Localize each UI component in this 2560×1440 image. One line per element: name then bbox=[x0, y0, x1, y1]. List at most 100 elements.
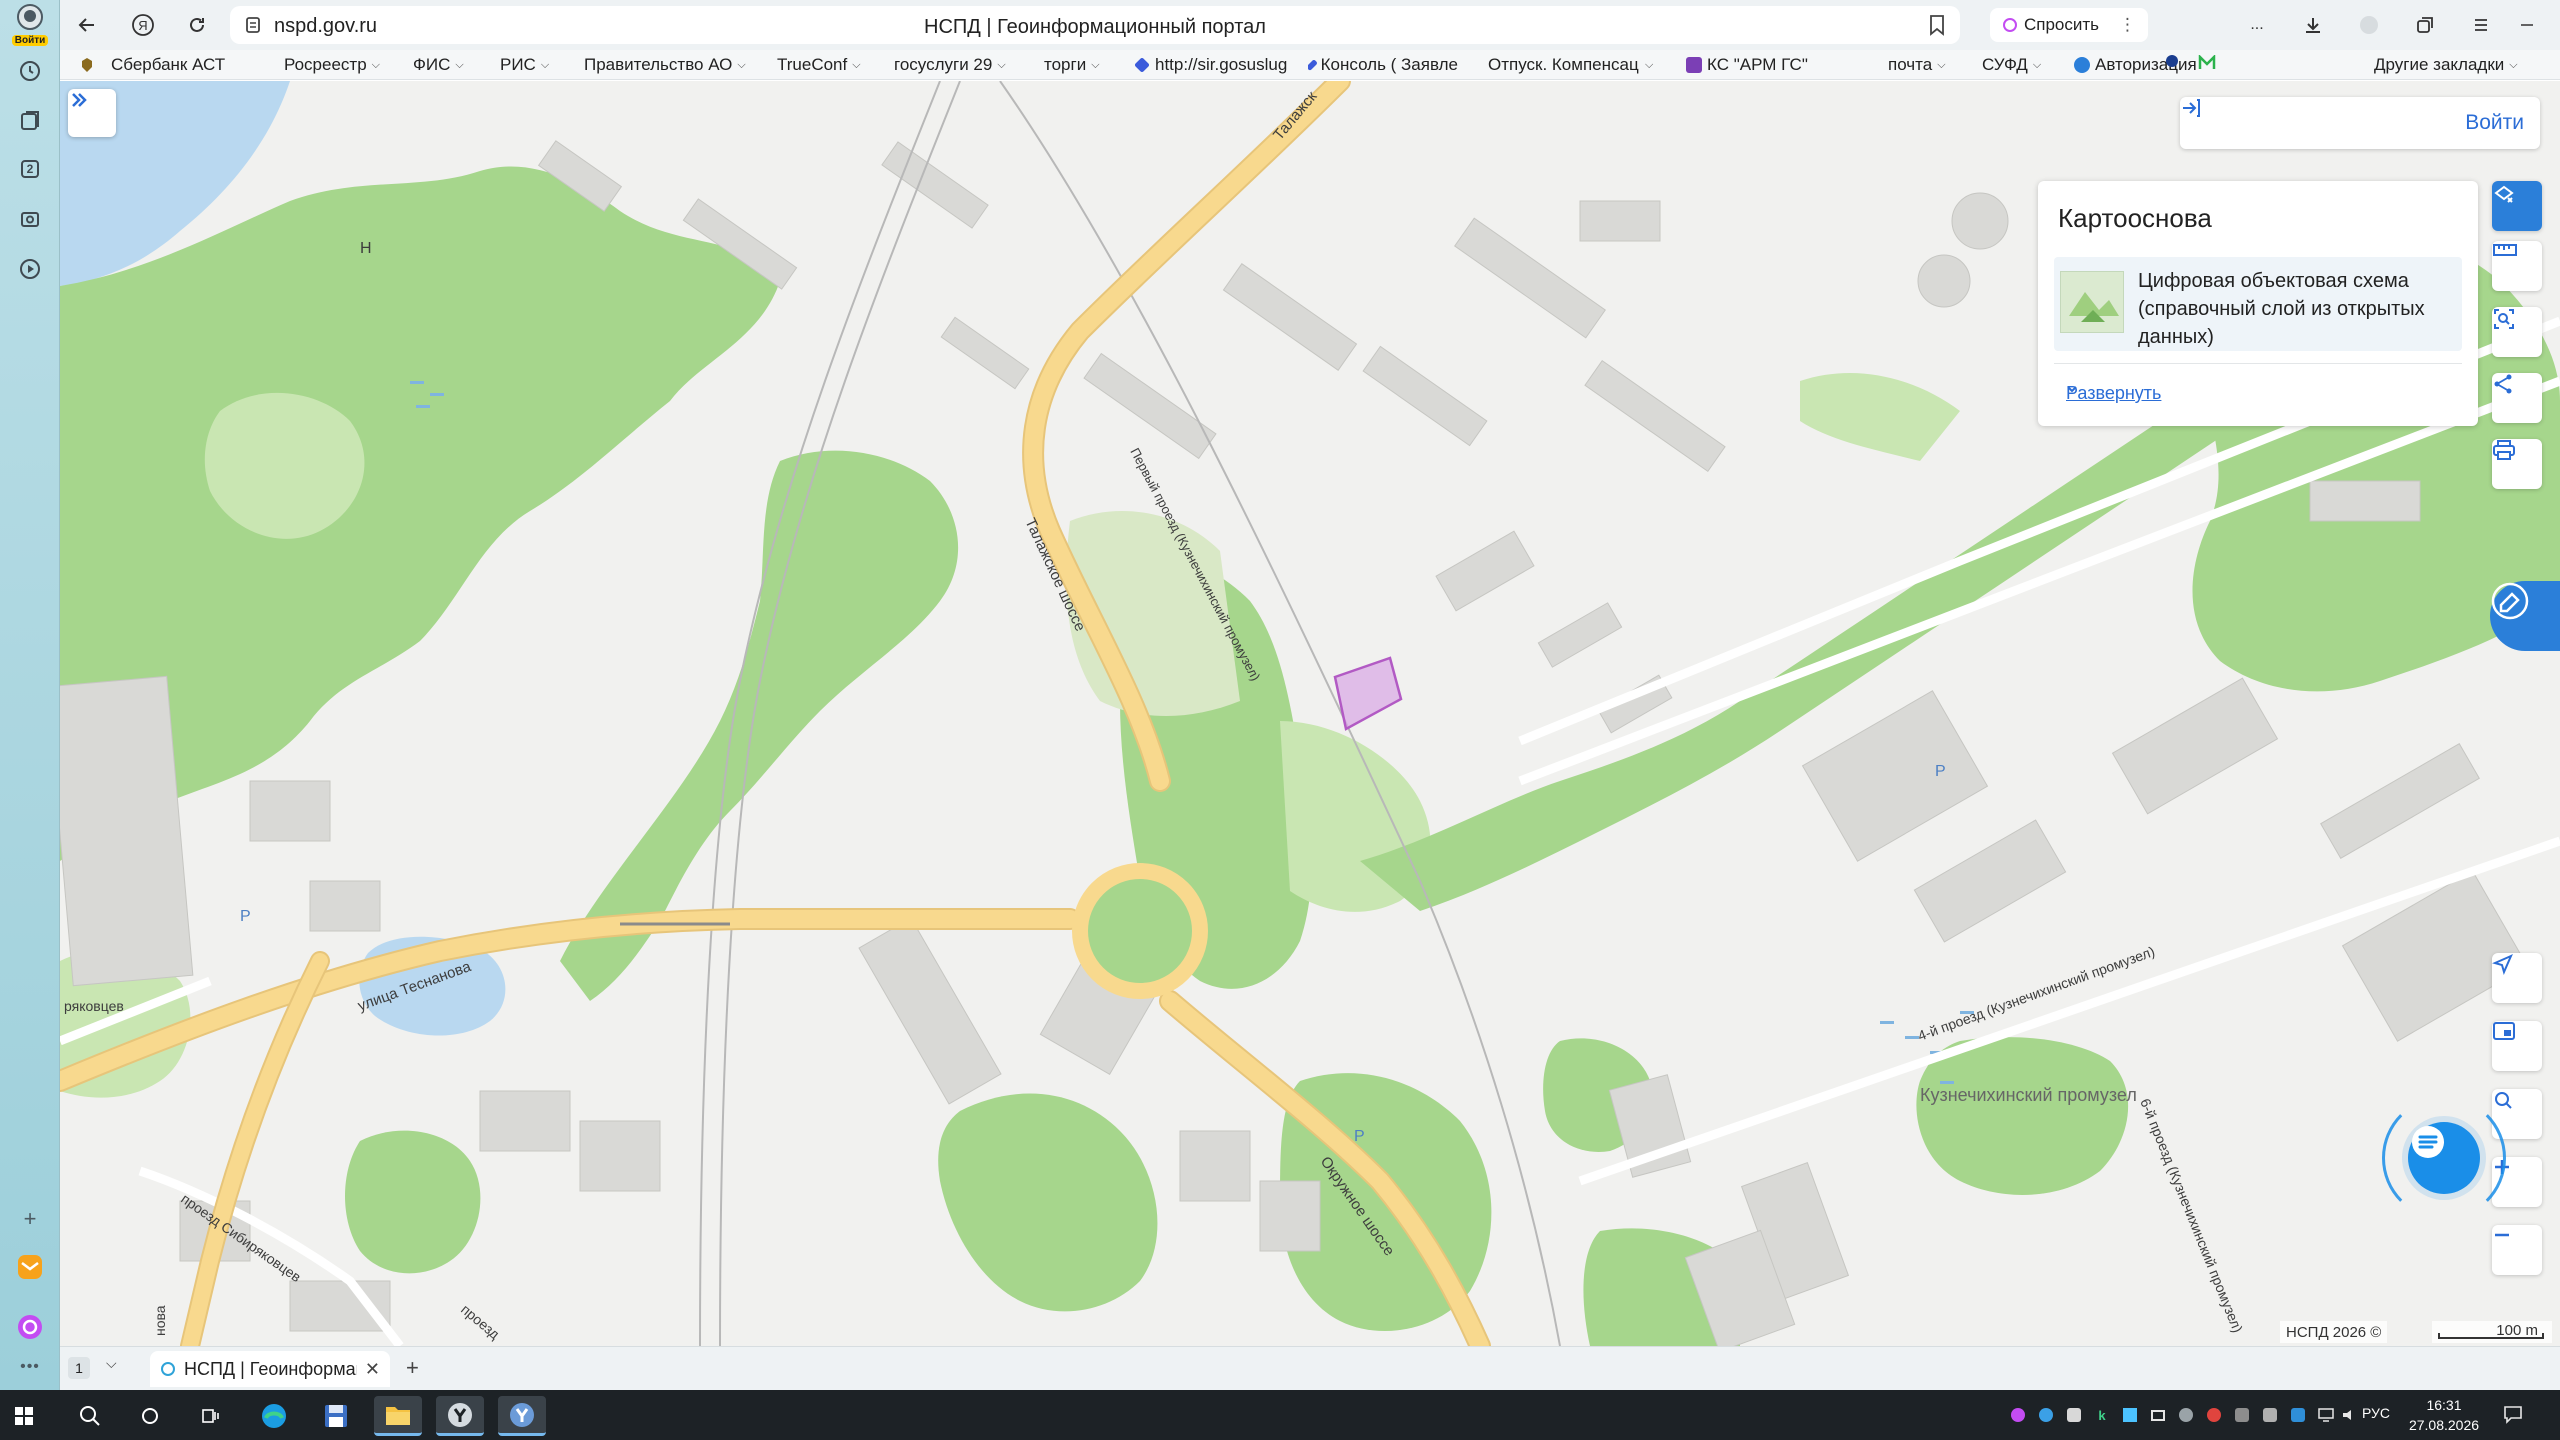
media-icon[interactable] bbox=[13, 252, 47, 286]
map-attribution: НСПД 2026 © bbox=[2280, 1321, 2388, 1343]
more-dots-icon[interactable]: ••• bbox=[13, 1350, 47, 1384]
tray-app-icon-10[interactable] bbox=[2260, 1405, 2280, 1425]
tray-app-icon-2[interactable] bbox=[2036, 1405, 2056, 1425]
ruler-tool-button[interactable] bbox=[2492, 241, 2542, 291]
bookmark-label: почта bbox=[1888, 55, 1933, 74]
more-extensions-button[interactable]: ... bbox=[2240, 8, 2274, 42]
file-explorer-app[interactable] bbox=[374, 1396, 422, 1436]
mail-app-icon[interactable] bbox=[13, 1250, 47, 1284]
selected-parcel[interactable] bbox=[1333, 656, 1403, 731]
profile-icon[interactable] bbox=[2352, 8, 2386, 42]
collections-icon[interactable] bbox=[13, 104, 47, 138]
tray-app-icon-8[interactable] bbox=[2204, 1405, 2224, 1425]
tray-kaspersky-icon[interactable]: k bbox=[2092, 1405, 2112, 1425]
zoom-out-button[interactable] bbox=[2492, 1225, 2542, 1275]
keyboard-language[interactable]: РУС bbox=[2362, 1405, 2390, 1421]
tray-app-icon-7[interactable] bbox=[2176, 1405, 2196, 1425]
windows-taskbar: k РУС 16:31 27.08.2026 bbox=[0, 1390, 2560, 1440]
notifications-icon[interactable] bbox=[2502, 1403, 2524, 1430]
bookmark-folder-fis[interactable]: ФИС ⌵ bbox=[413, 55, 464, 75]
bookmark-icon[interactable] bbox=[1928, 14, 1946, 41]
chevron-down-icon: ⌵ bbox=[2032, 58, 2042, 71]
restore-icon[interactable] bbox=[2556, 8, 2560, 42]
volume-icon[interactable] bbox=[2340, 1405, 2360, 1425]
tray-app-icon-9[interactable] bbox=[2232, 1405, 2252, 1425]
close-tab-icon[interactable]: ✕ bbox=[365, 1359, 380, 1380]
start-button[interactable] bbox=[0, 1396, 48, 1436]
bookmark-folder-mail[interactable]: почта ⌵ bbox=[1888, 55, 1946, 75]
expand-basemap-link[interactable]: Развернуть bbox=[2066, 383, 2161, 404]
save-app[interactable] bbox=[312, 1396, 360, 1436]
bookmark-folder-gosuslugi[interactable]: госуслуги 29 ⌵ bbox=[894, 55, 1006, 75]
tray-monitor-icon[interactable] bbox=[2148, 1405, 2168, 1425]
bookmark-folder-other[interactable]: Другие закладки ⌵ bbox=[2374, 55, 2518, 75]
print-tool-button[interactable] bbox=[2492, 439, 2542, 489]
bookmark-label: http://sir.gosuslug bbox=[1155, 55, 1288, 74]
history-icon[interactable] bbox=[13, 54, 47, 88]
menu-icon[interactable] bbox=[2464, 8, 2498, 42]
minimize-icon[interactable] bbox=[2510, 8, 2544, 42]
bookmark-folder-sufd[interactable]: СУФД ⌵ bbox=[1982, 55, 2041, 75]
yandex-logo-icon[interactable]: Я bbox=[126, 8, 160, 42]
downloads-icon[interactable] bbox=[2296, 8, 2330, 42]
share-tool-button[interactable] bbox=[2492, 373, 2542, 423]
bookmark-folder-rosreestr[interactable]: Росреестр ⌵ bbox=[284, 55, 380, 75]
bookmark-sberbank[interactable]: Сбербанк АСТ bbox=[80, 55, 225, 75]
expand-sidebar-button[interactable] bbox=[68, 89, 116, 137]
add-panel-icon[interactable]: + bbox=[13, 1202, 47, 1236]
bookmark-folder-government[interactable]: Правительство АО ⌵ bbox=[584, 55, 746, 75]
tray-app-icon-5[interactable] bbox=[2120, 1405, 2140, 1425]
bookmark-authorization[interactable]: Авторизация bbox=[2074, 55, 2197, 75]
bookmark-label: Консоль ( Заявле bbox=[1320, 55, 1458, 74]
bookmark-label: ФИС bbox=[413, 55, 451, 74]
map-viewport[interactable]: Талажск Талажское шоссе Первый проезд (К… bbox=[60, 81, 2560, 1346]
feedback-tab-button[interactable] bbox=[2490, 581, 2560, 651]
screenshot-icon[interactable] bbox=[13, 202, 47, 236]
bookmark-extra-2[interactable] bbox=[2198, 55, 2216, 71]
ask-alice-button[interactable]: Спросить ⋮ bbox=[1990, 8, 2149, 42]
basemap-title: Картооснова bbox=[2058, 203, 2212, 233]
alice-assistant-icon[interactable] bbox=[13, 1310, 47, 1344]
bookmark-folder-trueconf[interactable]: TrueConf ⌵ bbox=[777, 55, 861, 75]
minimap-button[interactable] bbox=[2492, 1021, 2542, 1071]
chevron-down-icon bbox=[2067, 386, 2077, 393]
clock[interactable]: 16:31 27.08.2026 bbox=[2408, 1395, 2480, 1435]
card-divider bbox=[2054, 363, 2462, 364]
yandex-browser-app-2[interactable] bbox=[498, 1396, 546, 1436]
edge-app[interactable] bbox=[250, 1396, 298, 1436]
cortana-button[interactable] bbox=[126, 1396, 174, 1436]
bookmark-arm-gs[interactable]: КС "АРМ ГС" bbox=[1686, 55, 1808, 75]
site-settings-icon[interactable] bbox=[244, 15, 262, 40]
bookmark-folder-vacation[interactable]: Отпуск. Компенсац ⌵ bbox=[1488, 55, 1653, 75]
reload-icon[interactable] bbox=[180, 8, 214, 42]
task-view-button[interactable] bbox=[186, 1396, 234, 1436]
portal-login-button[interactable]: Войти bbox=[2180, 97, 2540, 149]
basemap-layer-item[interactable]: Цифровая объектовая схема (справочный сл… bbox=[2054, 257, 2462, 351]
layers-tool-button[interactable] bbox=[2492, 181, 2542, 231]
yandex-browser-app-1[interactable] bbox=[436, 1396, 484, 1436]
bookmark-sir-gosuslugi[interactable]: http://sir.gosuslug bbox=[1134, 55, 1292, 75]
search-button[interactable] bbox=[66, 1396, 114, 1436]
sidepanel-login[interactable]: Войти bbox=[6, 4, 54, 46]
tabs-count-icon[interactable]: 2 bbox=[13, 152, 47, 186]
new-tab-button[interactable]: + bbox=[406, 1355, 419, 1381]
address-bar[interactable]: nspd.gov.ru НСПД | Геоинформационный пор… bbox=[230, 6, 1960, 44]
bookmark-folder-torgi[interactable]: торги ⌵ bbox=[1044, 55, 1100, 75]
back-arrow-icon[interactable] bbox=[70, 8, 104, 42]
tray-app-icon-1[interactable] bbox=[2008, 1405, 2028, 1425]
tab-count-badge[interactable]: 1 bbox=[68, 1357, 90, 1379]
ask-menu-icon[interactable]: ⋮ bbox=[2119, 15, 2136, 35]
bookmark-console[interactable]: Консоль ( Заявле bbox=[1308, 55, 1458, 75]
tab-manager-icon[interactable] bbox=[2408, 8, 2442, 42]
chat-button[interactable] bbox=[2408, 1122, 2480, 1194]
tab-nspd[interactable]: НСПД | Геоинформаци ✕ bbox=[150, 1351, 390, 1387]
bookmark-folder-ris[interactable]: РИС ⌵ bbox=[500, 55, 549, 75]
tray-app-icon-11[interactable] bbox=[2288, 1405, 2308, 1425]
tab-list-chevron-icon[interactable]: ⌵ bbox=[106, 1355, 117, 1372]
geolocation-button[interactable] bbox=[2492, 953, 2542, 1003]
tray-app-icon-3[interactable] bbox=[2064, 1405, 2084, 1425]
network-icon[interactable] bbox=[2316, 1405, 2336, 1425]
auth-favicon-icon bbox=[2074, 57, 2090, 73]
area-search-tool-button[interactable] bbox=[2492, 307, 2542, 357]
bookmark-extra-1[interactable] bbox=[2166, 55, 2178, 67]
